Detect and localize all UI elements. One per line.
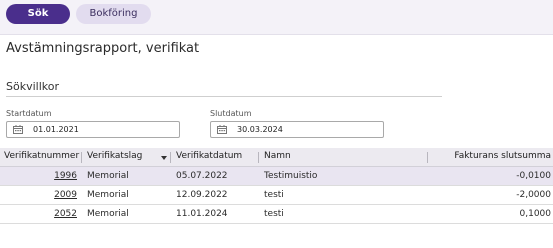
cell-verifikatnummer[interactable]: 2052 bbox=[37, 209, 77, 219]
table-row[interactable]: 1996 Memorial 05.07.2022 Testimuistio -0… bbox=[0, 167, 553, 186]
cell-verifikatslag: Memorial bbox=[87, 171, 129, 181]
sort-desc-icon[interactable] bbox=[161, 156, 167, 160]
top-tab-bar: Sök Bokföring bbox=[0, 0, 553, 35]
cell-fakturans-slutsumma: 0,1000 bbox=[519, 209, 552, 219]
table-header: Verifikatnummer Verifikatslag Verifikatd… bbox=[0, 148, 553, 167]
start-date-value[interactable]: 01.01.2021 bbox=[33, 125, 79, 134]
cell-verifikatslag: Memorial bbox=[87, 190, 129, 200]
cell-namn: testi bbox=[264, 190, 284, 200]
cell-verifikatnummer[interactable]: 1996 bbox=[37, 171, 77, 181]
end-date-label: Slutdatum bbox=[210, 109, 252, 118]
start-date-label: Startdatum bbox=[6, 109, 52, 118]
column-header-fakturans-slutsumma[interactable]: Fakturans slutsumma bbox=[454, 151, 551, 161]
column-header-verifikatdatum[interactable]: Verifikatdatum bbox=[176, 151, 242, 161]
column-header-verifikatnummer[interactable]: Verifikatnummer bbox=[4, 151, 79, 161]
calendar-icon[interactable] bbox=[13, 125, 23, 134]
calendar-icon[interactable] bbox=[217, 125, 227, 134]
column-resize-handle[interactable] bbox=[427, 152, 428, 163]
start-date-field[interactable]: 01.01.2021 bbox=[6, 121, 180, 138]
column-resize-handle[interactable] bbox=[258, 152, 259, 163]
cell-verifikatslag: Memorial bbox=[87, 209, 129, 219]
column-header-verifikatslag[interactable]: Verifikatslag bbox=[87, 151, 142, 161]
column-resize-handle[interactable] bbox=[81, 152, 82, 163]
column-header-namn[interactable]: Namn bbox=[264, 151, 291, 161]
section-title-sokvillkor: Sökvillkor bbox=[6, 80, 59, 93]
cell-fakturans-slutsumma: -2,0000 bbox=[516, 190, 551, 200]
cell-verifikatnummer[interactable]: 2009 bbox=[37, 190, 77, 200]
cell-fakturans-slutsumma: -0,0100 bbox=[516, 171, 551, 181]
cell-verifikatdatum: 12.09.2022 bbox=[176, 190, 228, 200]
cell-verifikatdatum: 05.07.2022 bbox=[176, 171, 228, 181]
table-row[interactable]: 2009 Memorial 12.09.2022 testi -2,0000 bbox=[0, 186, 553, 205]
cell-verifikatdatum: 11.01.2024 bbox=[176, 209, 228, 219]
table-row[interactable]: 2052 Memorial 11.01.2024 testi 0,1000 bbox=[0, 205, 553, 224]
page-title: Avstämningsrapport, verifikat bbox=[6, 41, 200, 56]
column-resize-handle[interactable] bbox=[170, 152, 171, 163]
tab-bokforing[interactable]: Bokföring bbox=[76, 4, 151, 24]
tab-sok[interactable]: Sök bbox=[6, 4, 70, 24]
end-date-field[interactable]: 30.03.2024 bbox=[210, 121, 384, 138]
end-date-value[interactable]: 30.03.2024 bbox=[237, 125, 283, 134]
cell-namn: testi bbox=[264, 209, 284, 219]
section-divider bbox=[6, 96, 442, 97]
cell-namn: Testimuistio bbox=[264, 171, 318, 181]
